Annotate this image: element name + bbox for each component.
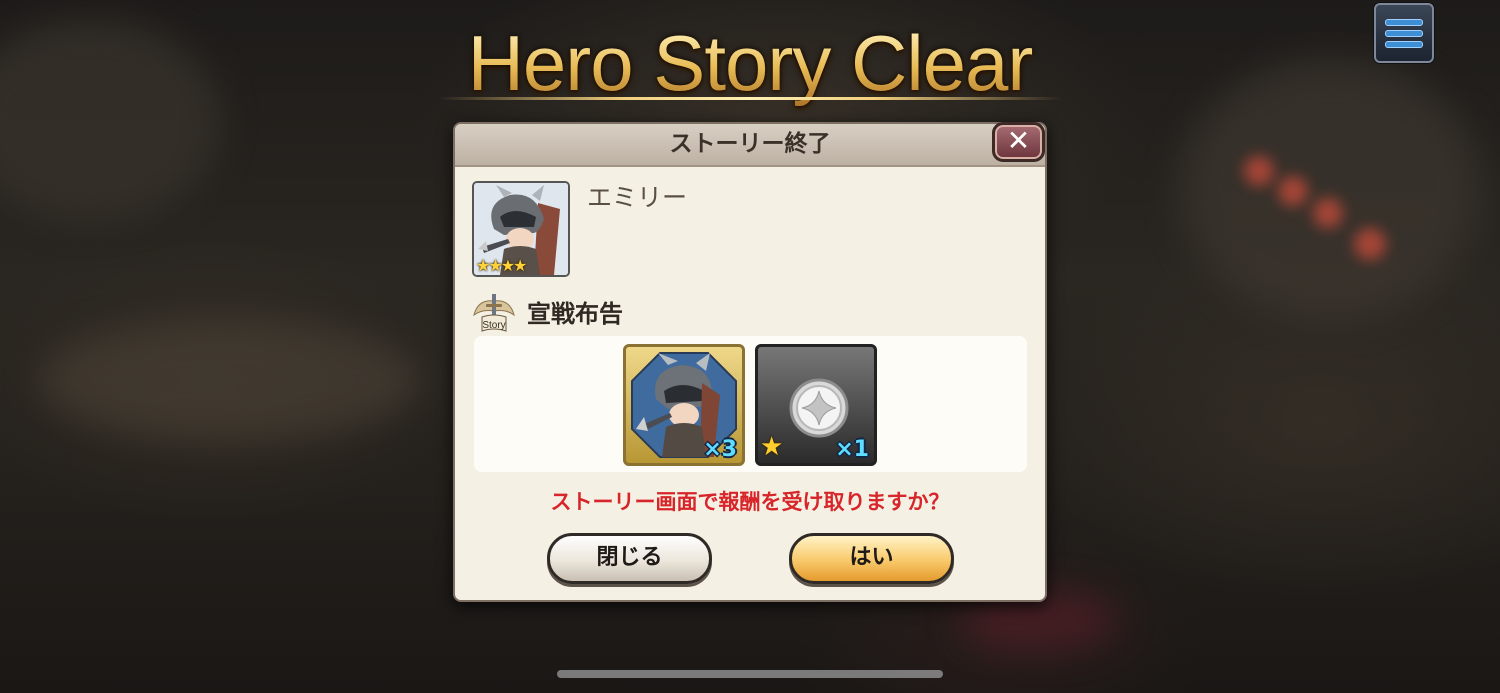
background-light [1354,228,1386,260]
claim-rewards-prompt: ストーリー画面で報酬を受け取りますか？ [550,490,950,514]
hamburger-menu-icon [1385,41,1423,48]
background-light [1278,176,1308,206]
reward-rarity-star-icon: ★ [760,432,784,462]
dialog-close-button[interactable]: ✕ [992,122,1045,162]
menu-button[interactable] [1374,3,1434,63]
home-indicator[interactable] [557,670,943,678]
hero-portrait: ★★★★ [472,181,570,277]
background-light [1313,198,1343,228]
game-scene: Hero Story Clear ストーリー終了 ★★★★ エミリー Story… [0,0,1500,693]
background-light [1244,156,1274,186]
reward-silver-crystal[interactable]: ★ ×1 [755,344,877,466]
background-scenery [1180,60,1480,320]
background-scenery [0,20,220,220]
dialog-title: ストーリー終了 [669,131,831,157]
story-icon-label: Story [482,320,505,331]
reward-panel: ×3 ★ ×1 [474,336,1027,472]
dialog-header: ストーリー終了 [455,124,1045,167]
hero-story-clear-banner: Hero Story Clear [440,18,1060,108]
story-chapter-title: 宣戦布告 [527,300,623,328]
reward-quantity: ×1 [835,437,869,462]
hero-rarity-stars: ★★★★ [476,256,527,275]
yes-button[interactable]: はい [789,533,954,584]
background-scenery [40,320,420,440]
hero-name: エミリー [587,183,688,212]
story-clear-dialog: ストーリー終了 ★★★★ エミリー Story 宣戦布告 ×3 ★ ×1 ストー… [453,122,1047,602]
close-x-icon: ✕ [1006,124,1031,157]
reward-hero-medal[interactable]: ×3 [623,344,745,466]
banner-divider [438,97,1062,100]
reward-quantity: ×3 [703,437,737,462]
story-sword-icon: Story [473,294,515,332]
close-button[interactable]: 閉じる [547,533,712,584]
hamburger-menu-icon [1385,19,1423,26]
hamburger-menu-icon [1385,30,1423,37]
